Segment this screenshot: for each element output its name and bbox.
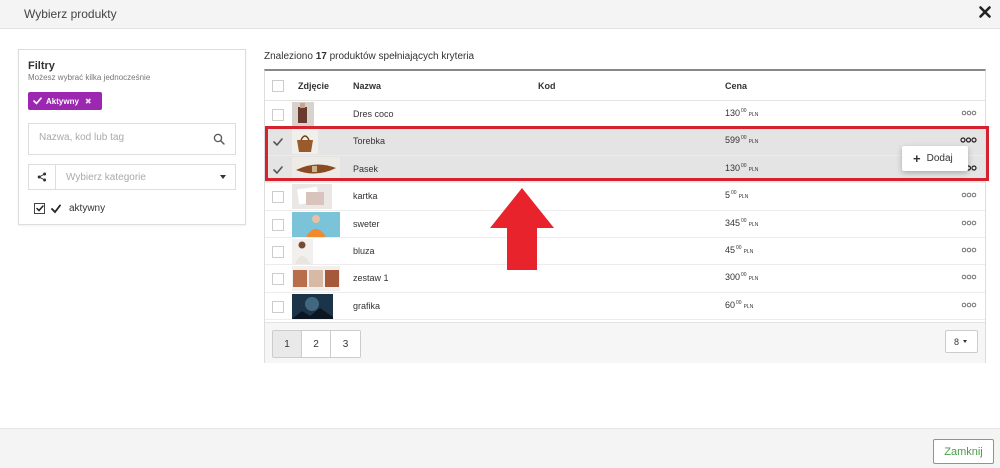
column-code[interactable]: Kod	[538, 81, 556, 91]
per-page-select[interactable]: 8	[945, 330, 978, 353]
more-dots-icon[interactable]	[961, 274, 977, 280]
product-thumbnail	[292, 129, 318, 155]
modal-header: Wybierz produkty	[0, 0, 1000, 29]
more-dots-icon[interactable]	[961, 302, 977, 308]
check-icon	[35, 205, 44, 212]
modal-footer: Zamknij	[0, 428, 1000, 468]
close-icon[interactable]	[978, 5, 992, 19]
row-checkbox[interactable]	[272, 109, 284, 121]
chevron-down-icon	[220, 175, 226, 179]
table-header: Zdjęcie Nazwa Kod Cena	[265, 71, 985, 101]
table-row[interactable]: Pasek 13000PLN	[265, 155, 985, 184]
select-all-checkbox[interactable]	[272, 80, 284, 92]
product-thumbnail	[292, 184, 332, 210]
product-name: sweter	[353, 218, 380, 229]
row-checkbox[interactable]	[272, 273, 284, 286]
pagination: 1 2 3	[272, 330, 361, 358]
add-context-menu-item[interactable]: + Dodaj	[902, 146, 968, 171]
category-placeholder: Wybierz kategorie	[66, 172, 146, 183]
product-thumbnail	[292, 102, 314, 127]
add-label: Dodaj	[926, 153, 953, 164]
filters-subtitle: Możesz wybrać kilka jednocześnie	[28, 73, 151, 82]
table-row[interactable]: zestaw 1 30000PLN	[265, 265, 985, 293]
share-icon	[37, 172, 47, 182]
close-button[interactable]: Zamknij	[933, 439, 994, 464]
results-caption: Znaleziono 17 produktów spełniających kr…	[264, 51, 474, 62]
row-checkbox[interactable]	[272, 300, 284, 313]
check-icon	[51, 204, 61, 213]
checkbox-label: aktywny	[69, 203, 106, 214]
red-arrow-up-icon	[490, 188, 554, 270]
filters-title: Filtry	[28, 60, 55, 72]
page-button[interactable]: 2	[302, 331, 331, 357]
product-price: 13000PLN	[725, 162, 759, 173]
product-thumbnail	[292, 293, 333, 319]
results-count: 17	[315, 51, 327, 62]
row-checkbox[interactable]	[272, 164, 284, 176]
column-photo: Zdjęcie	[298, 81, 330, 91]
product-price: 34500PLN	[725, 217, 759, 228]
product-name: bluza	[353, 246, 375, 256]
more-dots-icon[interactable]	[961, 247, 977, 253]
results-prefix: Znaleziono	[264, 51, 316, 62]
product-thumbnail	[292, 211, 340, 237]
plus-icon: +	[913, 151, 921, 166]
product-name: grafika	[353, 300, 381, 311]
product-name: zestaw 1	[353, 273, 389, 284]
table-row[interactable]: Dres coco 13000PLN	[265, 101, 985, 129]
active-checkbox[interactable]	[34, 203, 45, 214]
row-checkbox[interactable]	[272, 136, 284, 148]
row-checkbox[interactable]	[272, 246, 284, 258]
category-icon-cell	[29, 165, 56, 189]
product-price: 4500PLN	[725, 245, 754, 255]
more-dots-icon[interactable]	[961, 110, 977, 116]
products-table: Zdjęcie Nazwa Kod Cena Dres coco 13000PL…	[264, 69, 986, 363]
product-name: kartka	[353, 191, 378, 202]
product-thumbnail	[292, 239, 313, 264]
chevron-down-icon	[963, 340, 968, 343]
more-dots-icon[interactable]	[961, 192, 977, 198]
product-name: Pasek	[353, 163, 379, 174]
category-select[interactable]: Wybierz kategorie	[28, 164, 236, 190]
table-footer: 1 2 3 8	[265, 322, 985, 363]
page-button[interactable]: 3	[331, 331, 360, 357]
search-icon[interactable]	[213, 133, 225, 145]
product-thumbnail	[292, 156, 340, 182]
tag-label: Aktywny	[46, 96, 79, 106]
remove-tag-icon[interactable]: ✖	[85, 97, 92, 106]
active-filter-tag[interactable]: Aktywny ✖	[28, 92, 102, 110]
table-row[interactable]: Torebka 59900PLN	[265, 128, 985, 156]
column-name[interactable]: Nazwa	[353, 81, 381, 91]
results-suffix: produktów spełniających kryteria	[326, 51, 475, 62]
search-field[interactable]	[28, 123, 236, 155]
product-price: 6000PLN	[725, 299, 754, 310]
check-icon	[33, 97, 42, 105]
table-row[interactable]: grafika 6000PLN	[265, 293, 985, 321]
page-button[interactable]: 1	[273, 331, 302, 357]
more-dots-icon[interactable]	[960, 137, 977, 143]
product-price: 500PLN	[725, 190, 749, 201]
table-row[interactable]: sweter 34500PLN	[265, 211, 985, 238]
table-row[interactable]: bluza 4500PLN	[265, 238, 985, 266]
product-price: 30000PLN	[725, 272, 759, 283]
search-input[interactable]	[39, 132, 199, 143]
modal-title: Wybierz produkty	[24, 7, 117, 21]
product-thumbnail	[292, 266, 340, 292]
product-name: Torebka	[353, 136, 386, 147]
filters-panel: Filtry Możesz wybrać kilka jednocześnie …	[18, 49, 246, 225]
product-name: Dres coco	[353, 109, 394, 119]
per-page-value: 8	[954, 336, 960, 347]
row-checkbox[interactable]	[272, 218, 284, 231]
table-row[interactable]: kartka 500PLN	[265, 183, 985, 211]
product-price: 59900PLN	[725, 135, 759, 146]
row-checkbox[interactable]	[272, 191, 284, 204]
active-checkbox-row[interactable]: aktywny	[34, 203, 105, 214]
more-dots-icon[interactable]	[961, 220, 977, 226]
column-price[interactable]: Cena	[725, 81, 747, 91]
product-price: 13000PLN	[725, 108, 759, 118]
